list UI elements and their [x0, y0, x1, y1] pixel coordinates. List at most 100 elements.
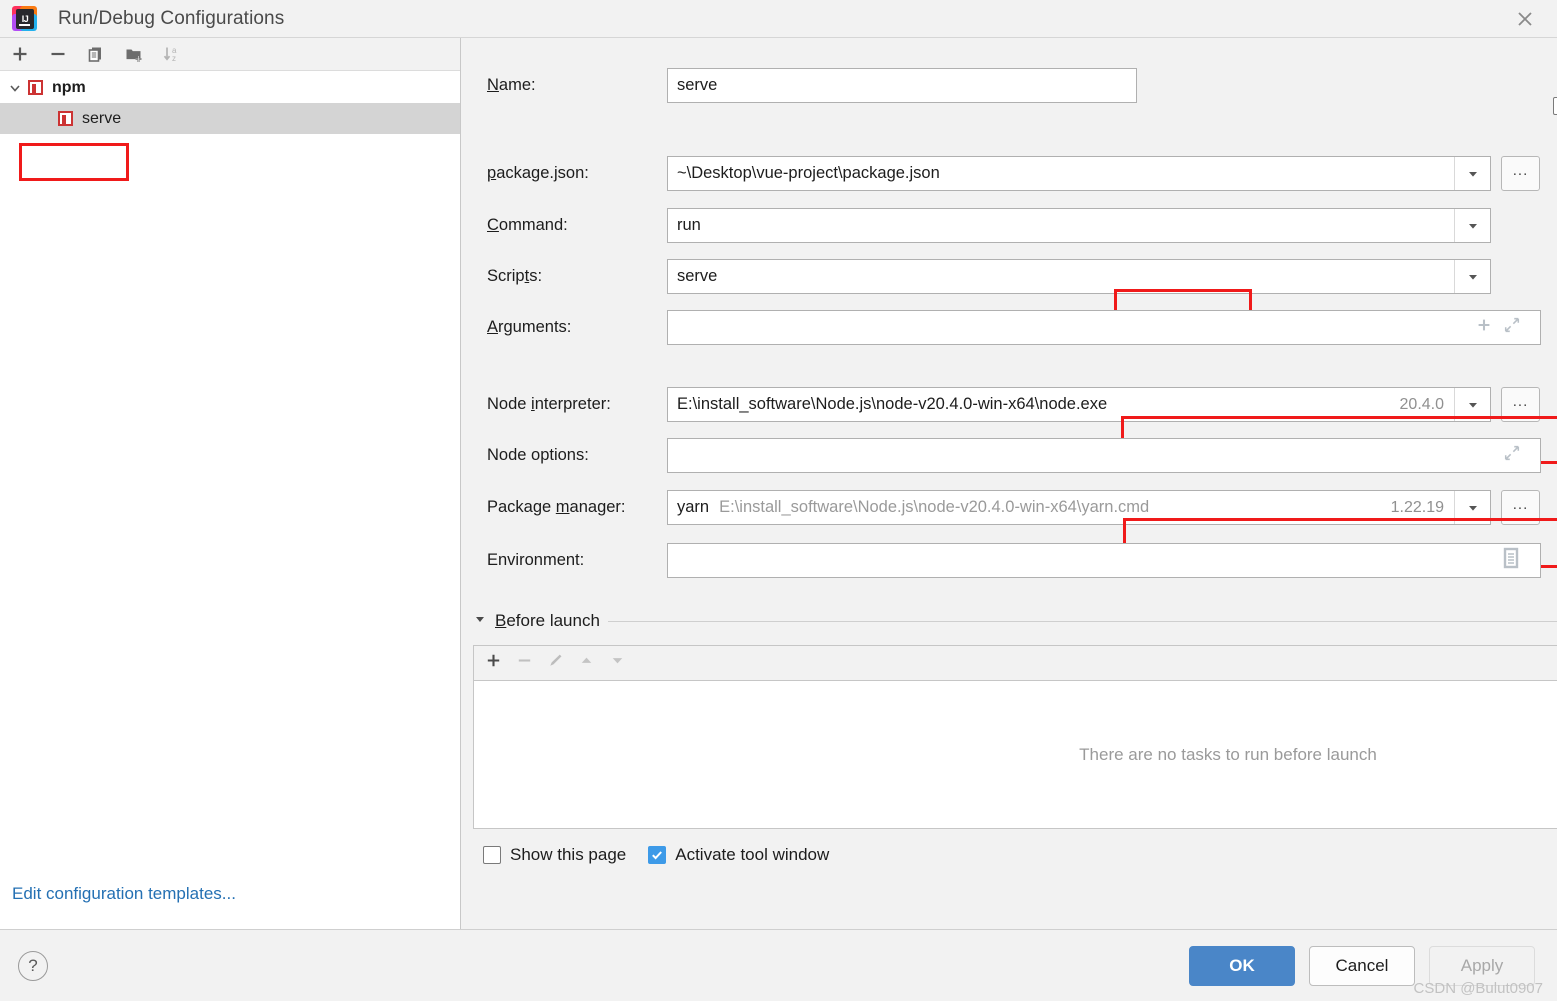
configurations-tree[interactable]: npm serve: [0, 71, 460, 859]
remove-task-button[interactable]: [515, 651, 534, 675]
new-folder-button[interactable]: [120, 41, 148, 67]
before-launch-section: Before launch There are no tasks to run …: [473, 611, 1557, 865]
name-input-value: serve: [677, 76, 718, 94]
chevron-down-icon[interactable]: [1454, 209, 1490, 242]
scripts-combo[interactable]: serve: [667, 259, 1491, 294]
chevron-down-icon[interactable]: [1454, 157, 1490, 190]
run-debug-configurations-dialog: IJ Run/Debug Configurations a z npm serv…: [0, 0, 1557, 1001]
arguments-row: Arguments:: [487, 310, 1557, 345]
package-manager-label: Package manager:: [487, 498, 626, 516]
edit-configuration-templates-link[interactable]: Edit configuration templates...: [12, 884, 236, 904]
package-json-value: ~\Desktop\vue-project\package.json: [677, 164, 940, 182]
environment-input[interactable]: [667, 543, 1541, 578]
help-button[interactable]: ?: [18, 950, 48, 981]
before-launch-task-list[interactable]: There are no tasks to run before launch: [473, 681, 1557, 829]
name-row: Name: serve: [487, 68, 1539, 103]
remove-configuration-button[interactable]: [44, 41, 72, 67]
package-manager-name: yarn: [677, 498, 710, 516]
node-interpreter-value: E:\install_software\Node.js\node-v20.4.0…: [677, 395, 1108, 413]
node-options-row: Node options:: [487, 438, 1557, 473]
chevron-down-icon[interactable]: [1454, 491, 1490, 524]
watermark: CSDN @Bulut0907: [1413, 980, 1543, 997]
command-value: run: [677, 216, 701, 234]
window-title: Run/Debug Configurations: [58, 7, 285, 29]
tree-item-label: serve: [82, 109, 122, 127]
name-label: Name:: [487, 76, 536, 94]
environment-variables-icon[interactable]: [1501, 547, 1521, 574]
show-this-page-checkbox[interactable]: [483, 846, 501, 864]
before-launch-header[interactable]: Before launch: [473, 611, 1557, 631]
tree-item-serve[interactable]: serve: [0, 103, 460, 134]
package-manager-path: E:\install_software\Node.js\node-v20.4.0…: [719, 498, 1150, 516]
chevron-down-icon[interactable]: [1454, 260, 1490, 293]
scripts-label: Scripts:: [487, 267, 543, 285]
dialog-footer: ? OK Cancel Apply CSDN @Bulut0907: [0, 929, 1557, 1001]
copy-configuration-button[interactable]: [82, 41, 110, 67]
activate-tool-window-label: Activate tool window: [675, 845, 830, 864]
activate-tool-window-checkbox[interactable]: [648, 846, 667, 864]
triangle-down-icon[interactable]: [473, 611, 487, 631]
edit-task-button[interactable]: [546, 651, 565, 675]
package-manager-row: Package manager: yarn E:\install_softwar…: [487, 490, 1557, 525]
package-json-label: package.json:: [487, 164, 589, 182]
package-json-combo[interactable]: ~\Desktop\vue-project\package.json: [667, 156, 1491, 191]
configurations-panel: a z npm serve Edit configuration templat…: [0, 38, 461, 929]
node-interpreter-browse-button[interactable]: ...: [1501, 387, 1540, 422]
title-bar: IJ Run/Debug Configurations: [0, 0, 1557, 38]
npm-icon: [28, 80, 43, 95]
expand-icon[interactable]: [1503, 444, 1521, 467]
configuration-form: Name: serve Allow parallel run Store as …: [461, 38, 1557, 929]
svg-text:z: z: [172, 54, 176, 63]
before-launch-title: Before launch: [495, 611, 600, 630]
sort-configurations-button[interactable]: a z: [158, 41, 186, 67]
command-row: Command: run: [487, 208, 1557, 243]
package-manager-version: 1.22.19: [1390, 498, 1444, 516]
expand-icon[interactable]: [1503, 316, 1521, 339]
empty-task-message: There are no tasks to run before launch: [1079, 744, 1377, 764]
environment-row: Environment:: [487, 543, 1557, 578]
chevron-down-icon[interactable]: [2, 81, 28, 95]
close-icon[interactable]: [1493, 0, 1557, 38]
command-combo[interactable]: run: [667, 208, 1491, 243]
environment-label: Environment:: [487, 551, 585, 569]
highlight-box-npm: [19, 143, 129, 181]
move-task-down-button[interactable]: [608, 651, 627, 675]
add-task-button[interactable]: [484, 651, 503, 675]
node-interpreter-combo[interactable]: E:\install_software\Node.js\node-v20.4.0…: [667, 387, 1491, 422]
cancel-button[interactable]: Cancel: [1309, 945, 1415, 986]
chevron-down-icon[interactable]: [1454, 388, 1490, 421]
section-divider: [607, 620, 1557, 622]
name-input[interactable]: serve: [667, 68, 1137, 103]
activate-tool-window-row[interactable]: Activate tool window: [648, 845, 829, 865]
scripts-value: serve: [677, 267, 718, 285]
allow-parallel-run-checkbox[interactable]: [1553, 97, 1557, 115]
package-json-browse-button[interactable]: ...: [1501, 156, 1540, 191]
macro-plus-icon[interactable]: [1475, 316, 1493, 339]
move-task-up-button[interactable]: [577, 651, 596, 675]
show-this-page-label: Show this page: [510, 845, 627, 864]
node-options-label: Node options:: [487, 446, 589, 464]
tree-item-label: npm: [52, 78, 86, 96]
command-label: Command:: [487, 216, 568, 234]
intellij-idea-icon: IJ: [12, 5, 38, 32]
arguments-label: Arguments:: [487, 318, 572, 336]
configurations-toolbar: a z: [0, 38, 460, 71]
ok-button[interactable]: OK: [1189, 945, 1295, 986]
show-this-page-row[interactable]: Show this page: [483, 845, 626, 865]
node-options-input[interactable]: [667, 438, 1541, 473]
package-json-row: package.json: ~\Desktop\vue-project\pack…: [487, 156, 1557, 191]
scripts-row: Scripts: serve: [487, 259, 1557, 294]
npm-icon: [58, 111, 73, 126]
edit-templates-footer: Edit configuration templates...: [0, 859, 460, 929]
tree-item-npm[interactable]: npm: [0, 72, 460, 103]
package-manager-combo[interactable]: yarn E:\install_software\Node.js\node-v2…: [667, 490, 1491, 525]
allow-parallel-run-row[interactable]: Allow parallel run: [1553, 76, 1557, 136]
node-interpreter-row: Node interpreter: E:\install_software\No…: [487, 387, 1557, 422]
add-configuration-button[interactable]: [6, 41, 34, 67]
node-interpreter-version: 20.4.0: [1399, 395, 1444, 413]
dialog-body: a z npm serve Edit configuration templat…: [0, 38, 1557, 929]
package-manager-browse-button[interactable]: ...: [1501, 490, 1540, 525]
arguments-input[interactable]: [667, 310, 1541, 345]
node-interpreter-label: Node interpreter:: [487, 395, 611, 413]
before-launch-toolbar: [473, 645, 1557, 681]
